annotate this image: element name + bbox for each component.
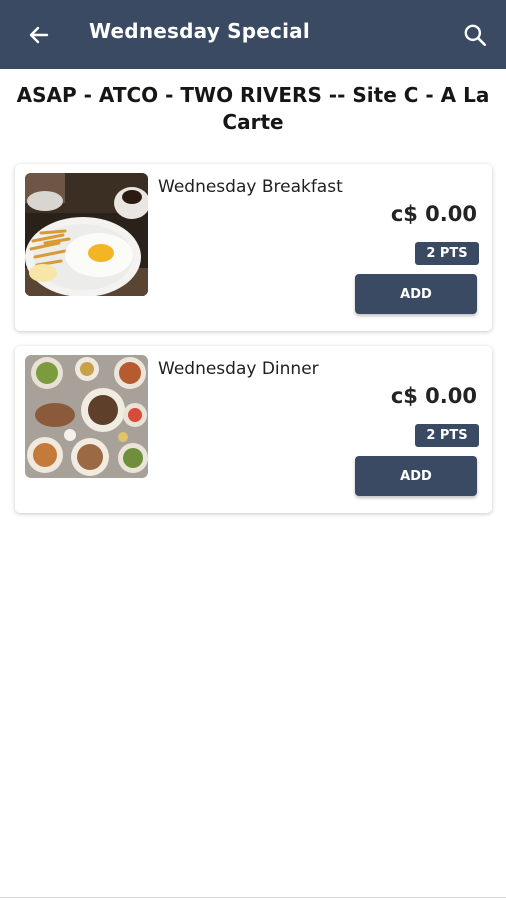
breakfast-plate-image xyxy=(25,173,148,296)
add-button[interactable]: ADD xyxy=(355,456,477,496)
arrow-left-icon xyxy=(29,26,49,44)
menu-item-card[interactable]: Wednesday Breakfast c$ 0.00 2 PTS ADD xyxy=(15,164,492,331)
item-name: Wednesday Breakfast xyxy=(158,177,343,197)
search-icon xyxy=(464,24,487,47)
item-name: Wednesday Dinner xyxy=(158,359,319,379)
item-price: c$ 0.00 xyxy=(390,384,477,408)
location-title: ASAP - ATCO - TWO RIVERS -- Site C - A L… xyxy=(16,83,490,134)
points-badge: 2 PTS xyxy=(415,242,479,265)
bottom-divider xyxy=(0,897,506,898)
menu-item-card[interactable]: Wednesday Dinner c$ 0.00 2 PTS ADD xyxy=(15,346,492,513)
item-price: c$ 0.00 xyxy=(390,202,477,226)
points-badge: 2 PTS xyxy=(415,424,479,447)
dinner-spread-image xyxy=(25,355,148,478)
search-button[interactable] xyxy=(458,18,492,52)
back-button[interactable] xyxy=(22,18,56,52)
app-bar: Wednesday Special xyxy=(0,0,506,69)
add-button[interactable]: ADD xyxy=(355,274,477,314)
screen-title: Wednesday Special xyxy=(89,19,310,43)
